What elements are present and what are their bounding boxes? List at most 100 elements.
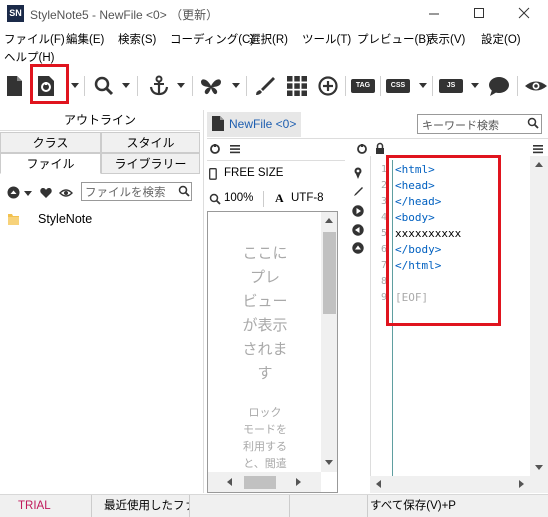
play-circle-icon[interactable] <box>352 205 364 217</box>
anchor-icon[interactable] <box>147 74 171 98</box>
add-circle-icon[interactable] <box>316 74 340 98</box>
lock-icon[interactable] <box>375 142 385 155</box>
pencil-icon[interactable] <box>353 186 364 197</box>
scroll-down-arrow[interactable] <box>535 465 543 470</box>
divider <box>345 138 548 139</box>
menu-preview[interactable]: プレビュー(B) <box>357 31 430 47</box>
tab-class[interactable]: クラス <box>0 132 101 153</box>
search-dropdown-caret[interactable] <box>122 83 130 88</box>
save-dropdown-caret[interactable] <box>71 83 79 88</box>
css-dropdown-caret[interactable] <box>419 83 427 88</box>
line-number: 2 <box>380 180 387 191</box>
divider <box>207 160 345 161</box>
preview-vertical-scrollbar[interactable] <box>321 212 337 472</box>
toolbar-divider <box>246 76 247 96</box>
back-circle-icon[interactable] <box>352 224 364 236</box>
divider <box>207 138 345 139</box>
scroll-thumb-horizontal[interactable] <box>244 476 276 489</box>
line-number: 3 <box>380 196 387 207</box>
menu-lines-icon[interactable] <box>229 143 241 155</box>
brush-icon[interactable] <box>253 74 277 98</box>
js-badge-button[interactable]: JS <box>439 79 463 93</box>
highlight-frame <box>30 64 69 104</box>
editor-vertical-scrollbar[interactable] <box>530 156 548 476</box>
menu-edit[interactable]: 編集(E) <box>66 31 104 47</box>
grid-icon[interactable] <box>285 74 309 98</box>
preview-sub-line: 利用する <box>243 441 287 453</box>
editor-horizontal-scrollbar[interactable] <box>370 476 548 493</box>
line-number: 9 <box>380 292 387 303</box>
preview-sub-line: と、閲遣 <box>243 458 287 470</box>
tab-library[interactable]: ライブラリー <box>101 153 200 174</box>
tab-file[interactable]: ファイル <box>0 153 101 174</box>
preview-placeholder: ここに プレ ビュー が表示 されま す <box>208 242 322 386</box>
free-size-label[interactable]: FREE SIZE <box>224 167 283 179</box>
search-small-icon[interactable] <box>178 185 190 197</box>
menu-lines-icon[interactable] <box>532 143 544 155</box>
filter-dropdown-caret[interactable] <box>24 191 32 196</box>
scroll-up-arrow[interactable] <box>325 218 333 223</box>
close-button[interactable] <box>514 4 534 22</box>
toolbar-divider <box>192 76 193 96</box>
menu-select[interactable]: 選択(R) <box>249 31 288 47</box>
tag-badge-button[interactable]: TAG <box>351 79 375 93</box>
pin-icon[interactable] <box>352 166 364 180</box>
menu-help[interactable]: ヘルプ(H) <box>4 49 54 65</box>
tree-item-stylenote[interactable]: StyleNote <box>38 212 92 226</box>
heart-icon[interactable] <box>40 187 52 199</box>
minimize-button[interactable] <box>424 4 444 22</box>
tab-style[interactable]: スタイル <box>101 132 200 153</box>
eye-small-icon[interactable] <box>59 187 73 199</box>
toolbar-divider <box>517 76 518 96</box>
scroll-down-arrow[interactable] <box>325 460 333 465</box>
butterfly-icon[interactable] <box>199 74 223 98</box>
encoding-label[interactable]: UTF-8 <box>291 192 324 204</box>
scroll-up-arrow[interactable] <box>535 162 543 167</box>
js-dropdown-caret[interactable] <box>471 83 479 88</box>
save-all-button[interactable]: すべて保存(V)+P <box>368 495 548 517</box>
file-tab-label[interactable]: NewFile <0> <box>229 117 296 131</box>
font-icon: A <box>275 191 284 205</box>
scroll-thumb[interactable] <box>323 232 336 314</box>
comment-icon[interactable] <box>487 74 511 98</box>
preview-line: す <box>257 365 273 382</box>
preview-line: が表示 <box>242 317 288 334</box>
butterfly-dropdown-caret[interactable] <box>232 83 240 88</box>
refresh-icon[interactable] <box>356 143 368 155</box>
scroll-right-arrow[interactable] <box>296 478 301 486</box>
recent-files-button[interactable]: 最近使用したファ <box>92 495 190 517</box>
menu-view[interactable]: 表示(V) <box>427 31 465 47</box>
new-file-icon[interactable] <box>2 74 26 98</box>
menu-search[interactable]: 検索(S) <box>118 31 156 47</box>
css-badge-button[interactable]: CSS <box>386 79 410 93</box>
document-icon <box>211 115 225 132</box>
maximize-button[interactable] <box>469 4 489 22</box>
up-circle-icon[interactable] <box>352 242 364 254</box>
trial-badge[interactable]: TRIAL <box>0 495 92 517</box>
menu-settings[interactable]: 設定(O) <box>481 31 521 47</box>
scroll-left-arrow[interactable] <box>376 480 381 488</box>
scroll-left-arrow[interactable] <box>227 478 232 486</box>
menu-file[interactable]: ファイル(F) <box>4 31 65 47</box>
toolbar-divider <box>380 76 381 96</box>
status-cell-empty <box>290 495 368 517</box>
search-small-icon[interactable] <box>527 117 539 129</box>
menu-coding[interactable]: コーディング(C) <box>170 31 254 47</box>
preview-frame[interactable]: ここに プレ ビュー が表示 されま す ロック モードを 利用する と、閲遣 <box>207 211 338 493</box>
outline-header[interactable]: アウトライン <box>0 110 200 131</box>
keyword-search-input[interactable]: キーワード検索 <box>417 114 542 134</box>
arrow-up-circle-icon[interactable] <box>7 186 20 199</box>
zoom-level[interactable]: 100% <box>224 192 253 204</box>
toolbar-divider <box>137 76 138 96</box>
preview-line: ビュー <box>242 293 288 310</box>
menu-tools[interactable]: ツール(T) <box>302 31 351 47</box>
file-search-input[interactable]: ファイルを検索 <box>81 182 192 201</box>
line-number: 5 <box>380 228 387 239</box>
scroll-right-arrow[interactable] <box>519 480 524 488</box>
anchor-dropdown-caret[interactable] <box>177 83 185 88</box>
preview-horizontal-scrollbar[interactable] <box>208 472 321 492</box>
refresh-icon[interactable] <box>209 143 221 155</box>
search-icon[interactable] <box>92 74 116 98</box>
preview-sub-line: モードを <box>243 424 287 436</box>
eye-icon[interactable] <box>524 74 548 98</box>
